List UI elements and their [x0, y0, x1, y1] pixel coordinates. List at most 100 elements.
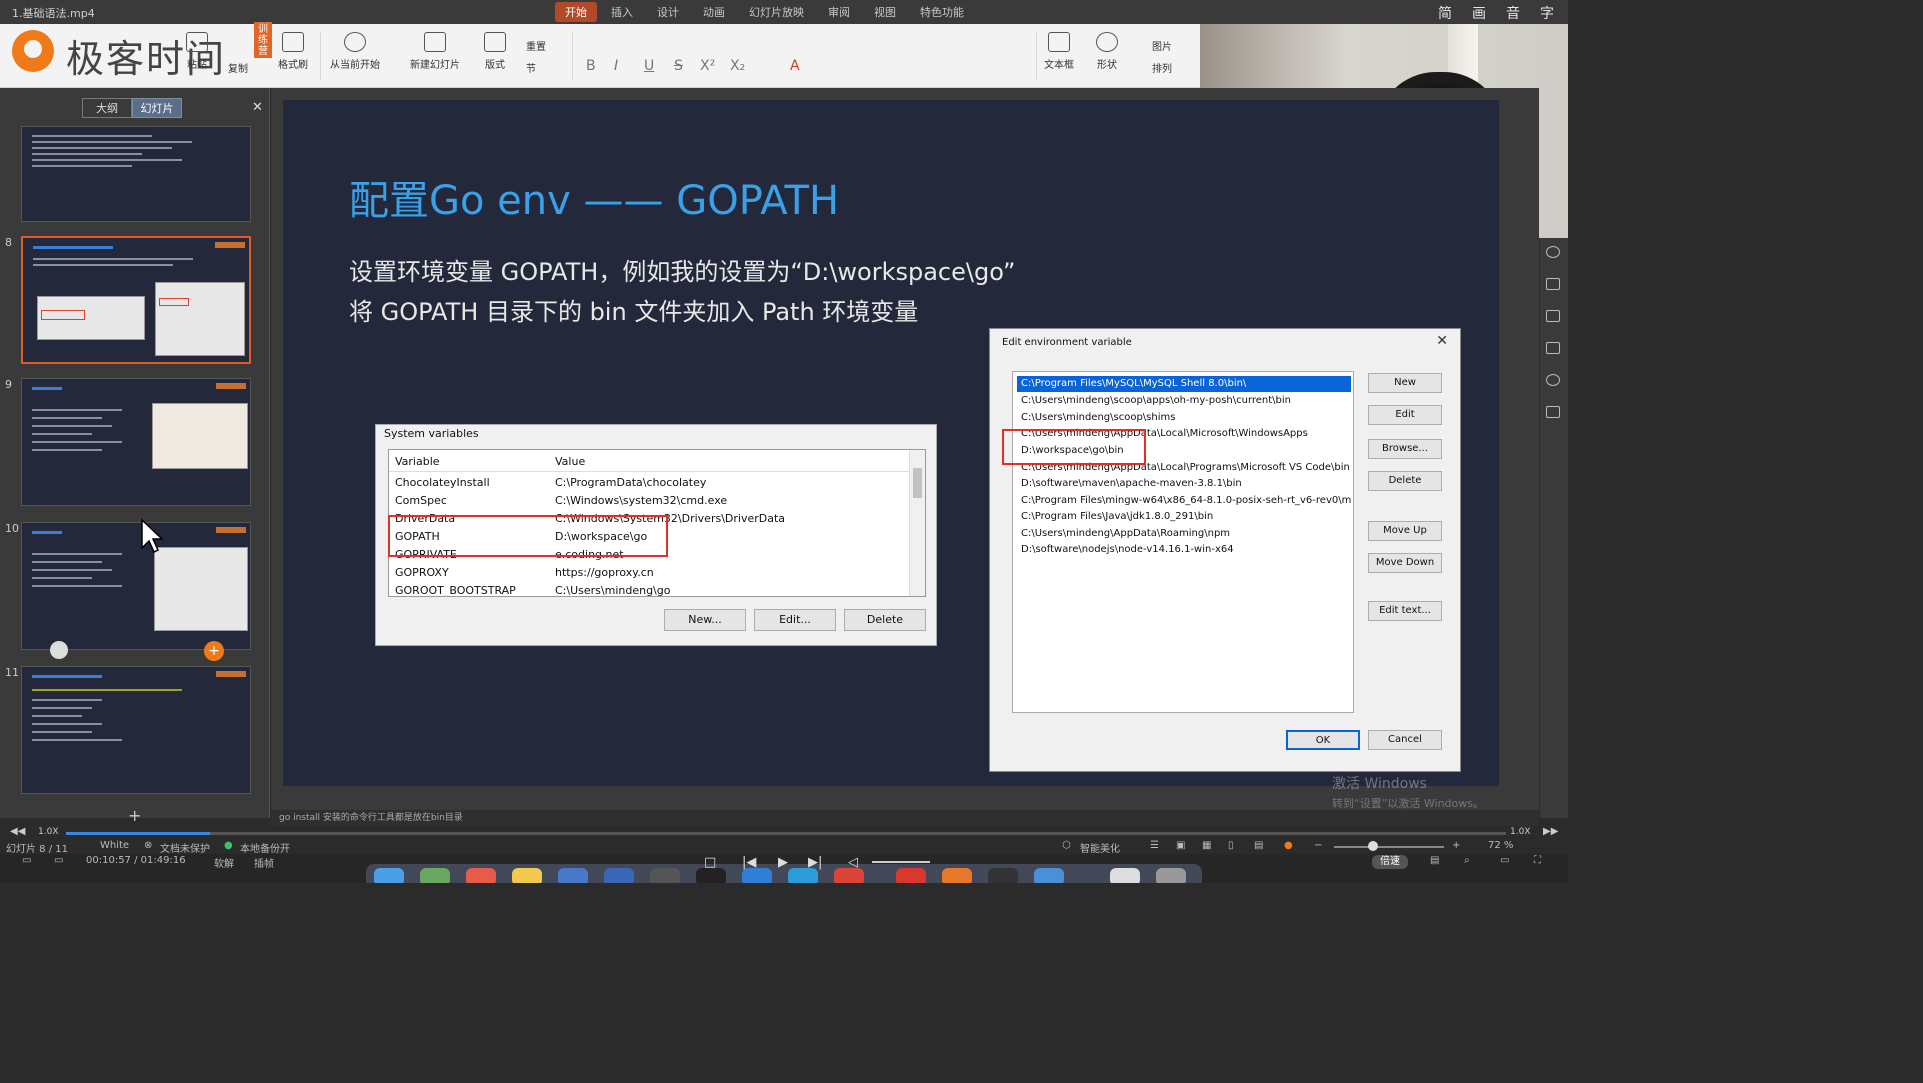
menu-slideshow[interactable]: 幻灯片放映	[739, 2, 814, 22]
present-icon[interactable]: ▤	[1254, 840, 1263, 851]
image-icon[interactable]	[1546, 406, 1560, 418]
path-entry[interactable]: C:\Users\mindeng\scoop\apps\oh-my-posh\c…	[1017, 393, 1351, 409]
search-icon[interactable]: ⌕	[1464, 855, 1470, 866]
path-entry[interactable]: C:\Program Files\MySQL\MySQL Shell 8.0\b…	[1017, 376, 1351, 392]
history-icon[interactable]	[1546, 374, 1560, 386]
sliders-icon[interactable]	[1546, 342, 1560, 354]
arrange-button[interactable]: 排列	[1152, 60, 1172, 75]
tab-outline[interactable]: 大纲	[82, 98, 132, 118]
play-thumb-icon[interactable]	[50, 641, 68, 659]
delete-variable-button[interactable]: Delete	[844, 609, 926, 631]
play-icon[interactable]: ▶	[778, 855, 788, 870]
simplified-button[interactable]: 简	[1438, 3, 1452, 23]
cloud-icon[interactable]	[1034, 868, 1064, 883]
terminal-icon[interactable]	[696, 868, 726, 883]
close-icon[interactable]: ✕	[1436, 333, 1448, 349]
stop-icon[interactable]: □	[704, 855, 716, 870]
document-icon[interactable]	[1110, 868, 1140, 883]
browse-button[interactable]: Browse...	[1368, 439, 1442, 459]
slide-thumbnail-8[interactable]	[21, 236, 251, 364]
add-slide-button[interactable]: +	[128, 806, 141, 825]
screen-icon[interactable]: ▭	[54, 855, 63, 866]
panel-close-icon[interactable]: ✕	[252, 100, 263, 115]
play-from-current-button[interactable]: 从当前开始	[330, 32, 380, 71]
new-slide-button[interactable]: 新建幻灯片	[410, 32, 460, 71]
next-icon[interactable]: ▶|	[808, 855, 822, 870]
calendar-icon[interactable]	[466, 868, 496, 883]
move-up-button[interactable]: Move Up	[1368, 521, 1442, 541]
volume-icon[interactable]: ◁	[848, 855, 858, 870]
underline-button[interactable]: U	[644, 58, 654, 74]
menu-review[interactable]: 审阅	[818, 2, 860, 22]
cancel-button[interactable]: Cancel	[1368, 730, 1442, 750]
smart-beautify-button[interactable]: 智能美化	[1080, 840, 1120, 855]
subscript-button[interactable]: X₂	[730, 58, 745, 74]
paste-button[interactable]: 粘贴	[186, 32, 208, 71]
bold-button[interactable]: B	[586, 58, 596, 74]
appstore-icon[interactable]	[604, 868, 634, 883]
picture-button[interactable]: 图片	[1152, 38, 1172, 53]
table-row[interactable]: ComSpec C:\Windows\system32\cmd.exe	[389, 492, 909, 510]
vscode-icon[interactable]	[742, 868, 772, 883]
zoom-in-icon[interactable]: +	[1452, 840, 1460, 851]
picture-button[interactable]: 画	[1472, 3, 1486, 23]
table-row[interactable]: GOPROXY https://goproxy.cn	[389, 564, 909, 582]
add-slide-icon[interactable]: +	[204, 641, 224, 661]
move-down-button[interactable]: Move Down	[1368, 553, 1442, 573]
italic-button[interactable]: I	[614, 58, 618, 74]
audio-button[interactable]: 音	[1506, 3, 1520, 23]
protection-status[interactable]: 文档未保护	[160, 840, 210, 855]
reset-button[interactable]: 重置	[526, 38, 546, 53]
record-icon[interactable]: ●	[1284, 840, 1293, 851]
menu-design[interactable]: 设计	[647, 2, 689, 22]
mini-mode-icon[interactable]: ▭	[1500, 855, 1509, 866]
layers-icon[interactable]	[1546, 278, 1560, 290]
textbox-button[interactable]: 文本框	[1044, 32, 1074, 71]
path-entry[interactable]: D:\software\nodejs\node-v14.16.1-win-x64	[1017, 542, 1351, 558]
slide-thumbnail-7[interactable]	[21, 126, 251, 222]
slide-thumbnail-10[interactable]: +	[21, 522, 251, 661]
subtitle-button[interactable]: 字	[1540, 3, 1554, 23]
path-entry[interactable]: C:\Program Files\Java\jdk1.8.0_291\bin	[1017, 509, 1351, 525]
shape-button[interactable]: 形状	[1096, 32, 1118, 71]
theme-icon[interactable]	[1546, 246, 1560, 258]
new-button[interactable]: New	[1368, 373, 1442, 393]
menu-insert[interactable]: 插入	[601, 2, 643, 22]
table-row[interactable]: ChocolateyInstall C:\ProgramData\chocolat…	[389, 474, 909, 492]
goland-icon[interactable]	[988, 868, 1018, 883]
soft-decode-toggle[interactable]: 软解	[214, 855, 234, 870]
chrome-icon[interactable]	[834, 868, 864, 883]
edge-icon[interactable]	[788, 868, 818, 883]
menu-view[interactable]: 视图	[864, 2, 906, 22]
settings-icon[interactable]	[650, 868, 680, 883]
trash-icon[interactable]	[1156, 868, 1186, 883]
menu-animation[interactable]: 动画	[693, 2, 735, 22]
previous-icon[interactable]: |◀	[742, 855, 756, 870]
progress-track[interactable]	[66, 832, 1506, 835]
strikethrough-button[interactable]: S	[674, 58, 683, 74]
office-icon[interactable]	[942, 868, 972, 883]
normal-view-icon[interactable]: ▣	[1176, 840, 1185, 851]
zoom-slider[interactable]	[1334, 846, 1444, 848]
slide-thumbnail-11[interactable]	[21, 666, 251, 794]
outline-view-icon[interactable]: ☰	[1150, 840, 1159, 851]
edit-button[interactable]: Edit	[1368, 405, 1442, 425]
edit-variable-button[interactable]: Edit...	[754, 609, 836, 631]
slide-thumbnail-9[interactable]	[21, 378, 251, 506]
menu-features[interactable]: 特色功能	[910, 2, 974, 22]
wps-icon[interactable]	[896, 868, 926, 883]
section-button[interactable]: 节	[526, 60, 536, 75]
tab-slides[interactable]: 幻灯片	[132, 98, 182, 118]
zoom-out-icon[interactable]: −	[1314, 840, 1322, 851]
scrollbar-thumb[interactable]	[913, 468, 922, 498]
star-icon[interactable]	[1546, 310, 1560, 322]
notes-icon[interactable]	[512, 868, 542, 883]
path-entry[interactable]: C:\Program Files\mingw-w64\x86_64-8.1.0-…	[1017, 493, 1351, 509]
delete-button[interactable]: Delete	[1368, 471, 1442, 491]
table-row[interactable]: GOROOT_BOOTSTRAP C:\Users\mindeng\go	[389, 582, 909, 596]
backup-status[interactable]: 本地备份开	[240, 840, 290, 855]
zoom-slider-handle[interactable]	[1368, 841, 1378, 851]
layout-button[interactable]: 版式	[484, 32, 506, 71]
path-entry[interactable]: C:\Users\mindeng\scoop\shims	[1017, 410, 1351, 426]
ok-button[interactable]: OK	[1286, 730, 1360, 750]
